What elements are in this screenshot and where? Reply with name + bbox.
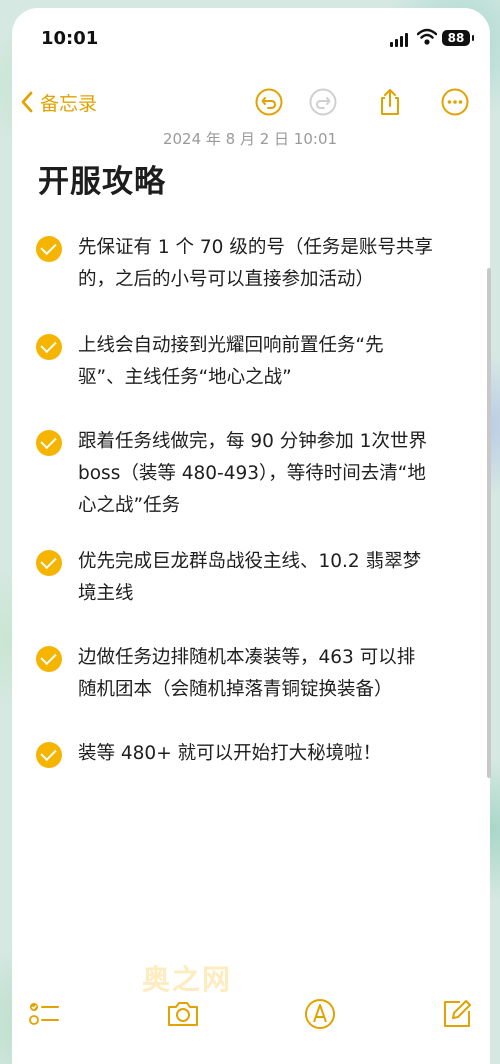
- checkbox-checked-icon[interactable]: [36, 334, 62, 360]
- checklist-item: 优先完成巨龙群岛战役主线、10.2 翡翠梦 境主线: [36, 548, 466, 610]
- checkbox-checked-icon[interactable]: [36, 236, 62, 262]
- checklist-item-text[interactable]: 优先完成巨龙群岛战役主线、10.2 翡翠梦 境主线: [78, 546, 421, 610]
- compose-icon[interactable]: [440, 997, 474, 1031]
- checklist-item: 边做任务边排随机本凑装等，463 可以排 随机团本（会随机掉落青铜锭换装备）: [36, 644, 466, 706]
- signal-icon: [390, 33, 408, 47]
- checkbox-checked-icon[interactable]: [36, 430, 62, 456]
- checklist-icon[interactable]: [27, 997, 61, 1031]
- status-bar: 10:01 88: [12, 8, 490, 72]
- checklist-item: 上线会自动接到光耀回响前置任务“先 驱”、主线任务“地心之战”: [36, 332, 466, 394]
- bottom-toolbar: [12, 983, 490, 1043]
- battery-indicator: 88: [442, 30, 474, 46]
- back-label: 备忘录: [40, 92, 98, 115]
- camera-icon[interactable]: [166, 997, 200, 1031]
- checkbox-checked-icon[interactable]: [36, 742, 62, 768]
- checklist-item-text[interactable]: 上线会自动接到光耀回响前置任务“先 驱”、主线任务“地心之战”: [78, 330, 384, 394]
- checkbox-checked-icon[interactable]: [36, 646, 62, 672]
- status-time: 10:01: [41, 28, 99, 49]
- note-date: 2024 年 8 月 2 日 10:01: [162, 130, 338, 148]
- checklist-item-text[interactable]: 边做任务边排随机本凑装等，463 可以排 随机团本（会随机掉落青铜锭换装备）: [78, 642, 415, 706]
- note-title[interactable]: 开服攻略: [38, 156, 166, 201]
- checklist-item: 先保证有 1 个 70 级的号（任务是账号共享 的，之后的小号可以直接参加活动）: [36, 234, 466, 296]
- checklist-item: 跟着任务线做完，每 90 分钟参加 1次世界 boss（装等 480-493），等…: [36, 428, 466, 522]
- checklist-item-text[interactable]: 先保证有 1 个 70 级的号（任务是账号共享 的，之后的小号可以直接参加活动）: [78, 232, 433, 296]
- more-icon[interactable]: [439, 86, 471, 118]
- wifi-icon: [417, 28, 437, 45]
- checkbox-checked-icon[interactable]: [36, 550, 62, 576]
- markup-icon[interactable]: [303, 997, 337, 1031]
- scrollbar[interactable]: [487, 268, 491, 778]
- checklist-item-text[interactable]: 跟着任务线做完，每 90 分钟参加 1次世界 boss（装等 480-493），等…: [78, 426, 427, 522]
- note-window: 10:01 88 备忘录 2024 年 8 月 2 日 10:01 开服攻略 先…: [12, 8, 491, 1064]
- share-icon[interactable]: [374, 86, 406, 118]
- chevron-left-icon: [21, 91, 33, 113]
- undo-icon[interactable]: [253, 86, 285, 118]
- checklist-item: 装等 480+ 就可以开始打大秘境啦！: [36, 740, 466, 770]
- nav-bar: 备忘录: [12, 80, 490, 124]
- checklist-item-text[interactable]: 装等 480+ 就可以开始打大秘境啦！: [78, 738, 381, 770]
- back-button[interactable]: 备忘录: [20, 80, 97, 124]
- redo-icon[interactable]: [307, 86, 339, 118]
